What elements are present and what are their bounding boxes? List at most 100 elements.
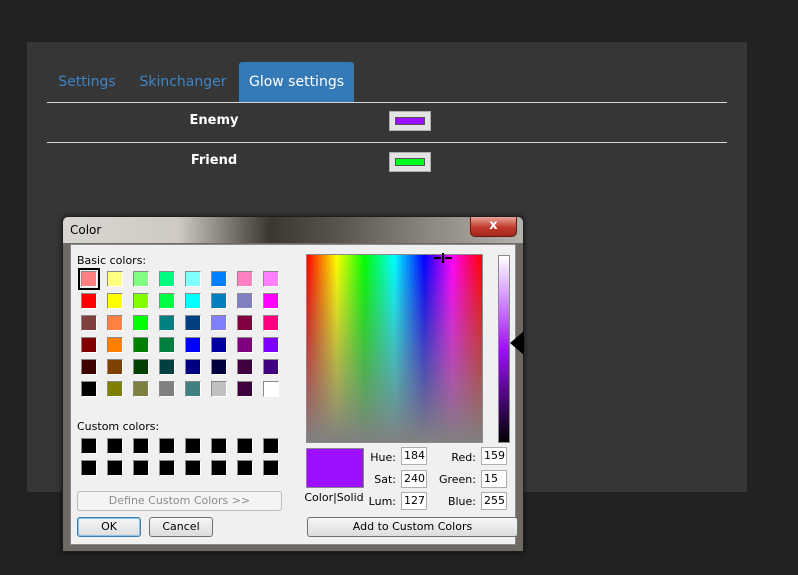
custom-color-cell[interactable] — [237, 438, 253, 454]
friend-color-button[interactable] — [389, 152, 431, 172]
basic-color-cell[interactable] — [133, 337, 149, 353]
basic-color-cell[interactable] — [237, 293, 253, 309]
custom-color-cell[interactable] — [159, 438, 175, 454]
custom-color-cell[interactable] — [107, 438, 123, 454]
basic-color-cell[interactable] — [237, 271, 253, 287]
green-field[interactable]: 15 — [481, 470, 507, 488]
custom-color-cell[interactable] — [263, 438, 279, 454]
blue-field[interactable]: 255 — [481, 492, 507, 510]
basic-color-cell[interactable] — [159, 359, 175, 375]
red-label: Red: — [451, 451, 476, 464]
close-button[interactable]: x — [470, 217, 517, 237]
add-to-custom-colors-button[interactable]: Add to Custom Colors — [307, 517, 518, 537]
basic-color-cell[interactable] — [81, 315, 97, 331]
divider — [47, 142, 727, 143]
blue-label: Blue: — [447, 495, 476, 508]
basic-color-cell[interactable] — [211, 315, 227, 331]
custom-color-cell[interactable] — [185, 460, 201, 476]
basic-color-cell[interactable] — [107, 293, 123, 309]
basic-color-cell[interactable] — [211, 271, 227, 287]
custom-color-cell[interactable] — [211, 438, 227, 454]
basic-color-cell[interactable] — [159, 271, 175, 287]
basic-color-cell[interactable] — [211, 293, 227, 309]
enemy-color-swatch — [395, 117, 425, 125]
crosshair-icon — [434, 253, 452, 263]
basic-color-cell[interactable] — [237, 359, 253, 375]
red-field[interactable]: 159 — [481, 447, 507, 465]
custom-color-cell[interactable] — [133, 438, 149, 454]
basic-color-cell[interactable] — [107, 381, 123, 397]
custom-color-cell[interactable] — [263, 460, 279, 476]
basic-color-cell[interactable] — [81, 293, 97, 309]
sat-label: Sat: — [374, 473, 396, 486]
basic-color-cell[interactable] — [159, 315, 175, 331]
basic-color-cell[interactable] — [133, 359, 149, 375]
basic-color-cell[interactable] — [159, 381, 175, 397]
basic-color-cell[interactable] — [81, 337, 97, 353]
basic-color-cell[interactable] — [263, 337, 279, 353]
basic-color-cell[interactable] — [78, 268, 100, 290]
basic-color-cell[interactable] — [185, 271, 201, 287]
basic-color-cell[interactable] — [185, 337, 201, 353]
custom-color-cell[interactable] — [211, 460, 227, 476]
basic-color-cell[interactable] — [133, 381, 149, 397]
basic-colors-label: Basic colors: — [77, 254, 147, 267]
cancel-button[interactable]: Cancel — [149, 517, 213, 537]
basic-color-cell[interactable] — [237, 381, 253, 397]
basic-color-cell[interactable] — [263, 381, 279, 397]
basic-color-cell[interactable] — [237, 337, 253, 353]
custom-color-cell[interactable] — [81, 438, 97, 454]
custom-colors-label: Custom colors: — [77, 420, 160, 433]
color-dialog: Color x Basic colors: Custom colors: Def… — [62, 216, 524, 552]
basic-color-cell[interactable] — [263, 271, 279, 287]
basic-color-cell[interactable] — [263, 359, 279, 375]
basic-color-cell[interactable] — [185, 359, 201, 375]
custom-color-cell[interactable] — [81, 460, 97, 476]
basic-color-cell[interactable] — [133, 271, 149, 287]
basic-color-cell[interactable] — [263, 315, 279, 331]
dialog-client: Basic colors: Custom colors: Define Cust… — [70, 244, 524, 545]
sat-field[interactable]: 240 — [401, 470, 427, 488]
friend-label: Friend — [190, 153, 238, 168]
basic-color-cell[interactable] — [185, 293, 201, 309]
luminosity-slider[interactable] — [498, 255, 510, 443]
luminosity-arrow-icon[interactable] — [510, 331, 524, 355]
custom-color-cell[interactable] — [159, 460, 175, 476]
enemy-color-button[interactable] — [389, 111, 431, 131]
custom-color-cell[interactable] — [107, 460, 123, 476]
basic-color-cell[interactable] — [211, 381, 227, 397]
basic-color-cell[interactable] — [185, 315, 201, 331]
basic-color-cell[interactable] — [107, 337, 123, 353]
custom-color-cell[interactable] — [237, 460, 253, 476]
hue-field[interactable]: 184 — [401, 447, 427, 465]
lum-field[interactable]: 127 — [401, 492, 427, 510]
basic-color-cell[interactable] — [159, 337, 175, 353]
custom-color-cell[interactable] — [133, 460, 149, 476]
tab-skinchanger[interactable]: Skinchanger — [132, 62, 234, 102]
custom-color-cell[interactable] — [185, 438, 201, 454]
define-custom-colors-button[interactable]: Define Custom Colors >> — [77, 491, 282, 511]
color-spectrum[interactable] — [306, 253, 483, 443]
basic-color-cell[interactable] — [133, 315, 149, 331]
basic-color-cell[interactable] — [81, 359, 97, 375]
basic-color-cell[interactable] — [185, 381, 201, 397]
tab-glow-settings[interactable]: Glow settings — [239, 62, 354, 102]
basic-color-cell[interactable] — [107, 271, 123, 287]
basic-color-cell[interactable] — [107, 315, 123, 331]
basic-color-cell[interactable] — [237, 315, 253, 331]
green-label: Green: — [438, 473, 476, 486]
tab-settings[interactable]: Settings — [47, 62, 127, 102]
basic-color-cell[interactable] — [81, 381, 97, 397]
close-icon: x — [489, 218, 498, 233]
basic-color-cell[interactable] — [107, 359, 123, 375]
basic-color-cell[interactable] — [159, 293, 175, 309]
enemy-label: Enemy — [189, 113, 239, 128]
dialog-title: Color — [70, 223, 102, 237]
lum-label: Lum: — [368, 495, 396, 508]
basic-color-cell[interactable] — [211, 359, 227, 375]
basic-color-cell[interactable] — [133, 293, 149, 309]
dialog-titlebar[interactable]: Color x — [63, 217, 523, 243]
basic-color-cell[interactable] — [211, 337, 227, 353]
ok-button[interactable]: OK — [77, 517, 141, 537]
basic-color-cell[interactable] — [263, 293, 279, 309]
